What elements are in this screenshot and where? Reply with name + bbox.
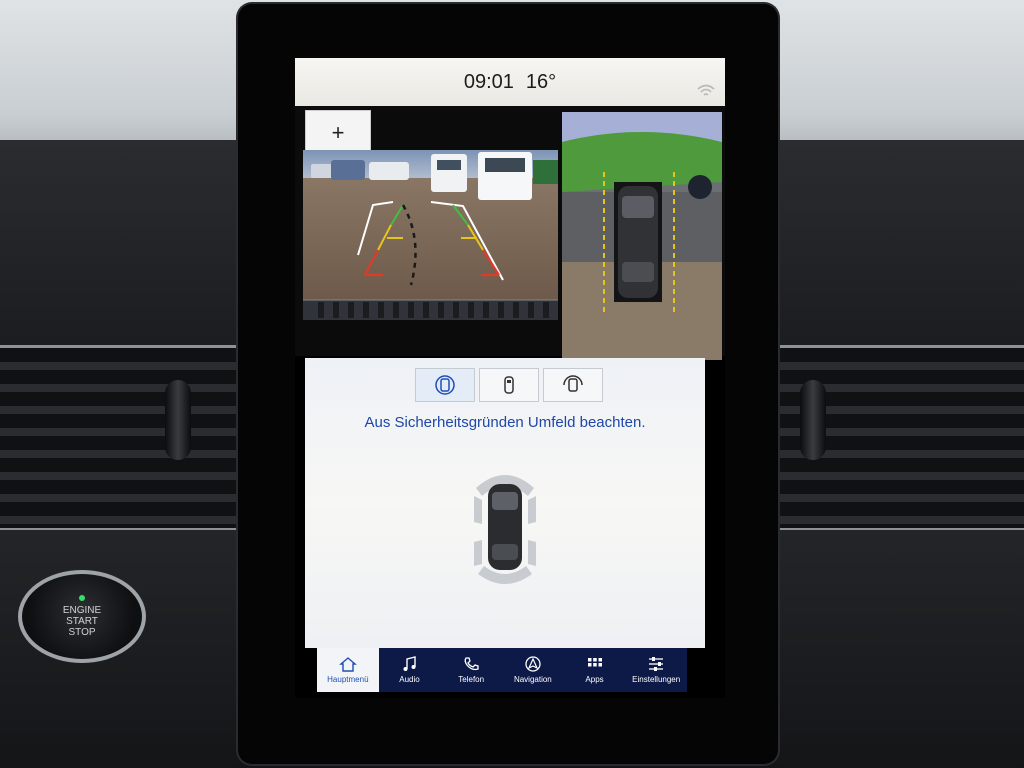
rear-camera-view-icon [435,375,455,395]
air-vent-left [0,345,250,531]
bottom-navigation: Hauptmenü Audio Telefon Navigation Apps … [317,648,687,692]
nav-item-phone[interactable]: Telefon [440,648,502,692]
music-note-icon [403,656,416,671]
rear-camera-feed[interactable] [303,150,558,320]
parking-assist-panel: Aus Sicherheitsgründen Umfeld beachten. [305,358,705,648]
phone-icon [464,657,479,671]
wifi-icon [697,84,715,96]
navigation-icon [525,656,541,672]
vent-knob-right[interactable] [800,380,826,460]
nav-item-audio[interactable]: Audio [379,648,441,692]
outside-temperature: 16° [525,70,557,93]
apps-grid-icon [587,658,602,667]
nav-label-settings: Einstellungen [632,675,681,684]
safety-warning: Aus Sicherheitsgründen Umfeld beachten. [364,414,646,431]
top-view-icon [504,376,514,394]
engine-label-2: START [66,616,98,627]
nav-item-apps[interactable]: Apps [564,648,626,692]
rear-camera-view-button[interactable] [415,368,475,402]
plus-icon: + [331,120,345,145]
settings-sliders-icon [649,657,664,671]
front-camera-view-button[interactable] [543,368,603,402]
top-down-view[interactable] [562,112,722,360]
clock: 09:01 [463,70,514,93]
engine-start-button[interactable]: ENGINE START STOP [18,570,146,663]
front-camera-view-icon [563,375,583,392]
nav-item-settings[interactable]: Einstellungen [625,648,687,692]
nav-label-phone: Telefon [458,675,485,684]
infotainment-screen: 09:01 16° + Aus Sicherheitsgründen Umfel… [295,58,725,698]
engine-label-3: STOP [68,627,96,638]
parking-sensor-graphic [474,475,536,584]
nav-label-home: Hauptmenü [327,675,369,684]
vent-knob-left[interactable] [165,380,191,460]
home-icon [338,657,357,672]
nav-item-home[interactable]: Hauptmenü [317,648,379,692]
status-bar: 09:01 16° [295,58,725,106]
engine-label-1: ENGINE [62,605,102,616]
nav-label-apps: Apps [585,675,604,684]
nav-item-navigation[interactable]: Navigation [502,648,564,692]
nav-label-navigation: Navigation [513,675,552,684]
engine-led [79,595,85,601]
top-view-button[interactable] [479,368,539,402]
nav-label-audio: Audio [399,675,420,684]
camera-view-selector [415,368,603,402]
